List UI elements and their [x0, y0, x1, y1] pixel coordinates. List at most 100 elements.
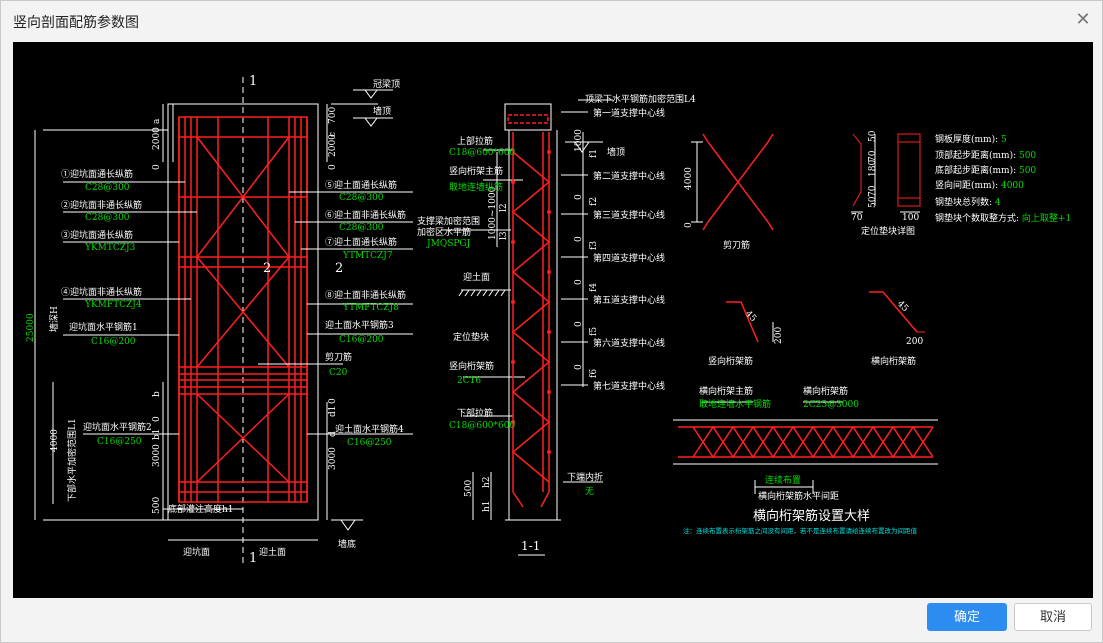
support-line-7: 第七道支撑中心线	[593, 380, 665, 392]
section2-right: 2	[263, 261, 271, 276]
spacer-title: 定位垫块详图	[861, 225, 915, 237]
support-line-3: 第三道支撑中心线	[593, 209, 665, 221]
spacer-dim-4: 70	[868, 185, 878, 197]
horiz-main-spec: 取地连墙水平钢筋	[699, 398, 771, 410]
cancel-button[interactable]: 取消	[1014, 603, 1092, 631]
support-line-1: 第一道支撑中心线	[593, 107, 665, 119]
zero-4: 0	[574, 321, 584, 327]
spacer-label: 定位垫块	[453, 331, 489, 343]
ok-button[interactable]: 确定	[927, 603, 1007, 631]
truss-main-label: 竖向桁架主筋	[449, 165, 503, 177]
horiz-bar-label: 横向桁架筋	[803, 385, 848, 397]
lower-tie-label: 下部拉筋	[457, 407, 493, 419]
section-mark-top: 1	[249, 74, 257, 89]
dim-zero-mid-left: 0	[152, 416, 162, 422]
f6-label: f6	[589, 369, 599, 378]
d1000-label: 1000	[574, 129, 584, 152]
dim-wall-depth: 墙深H	[48, 306, 60, 332]
l2-label: l2	[499, 203, 509, 212]
right-label-7: 迎土面水平钢筋4	[335, 423, 404, 435]
param-1-value: 5	[1001, 135, 1007, 145]
close-icon[interactable]: ✕	[1074, 11, 1092, 29]
rebar-drawing: 1 1 2 2 冠梁顶 墙顶 墙底 迎坑面 迎土面 底部灌注高度h1 25000…	[26, 74, 1071, 567]
right-spec-7: C16@250	[347, 438, 392, 448]
spacing-label: 横向桁架筋水平间距	[758, 490, 839, 502]
wall-top-mid: 墙顶	[607, 146, 625, 158]
param-1-label: 钢板厚度(mm):	[935, 133, 1001, 145]
left-spec-6: C16@250	[97, 437, 142, 447]
left-spec-2: C28@300	[85, 213, 130, 223]
d200-right: 200	[906, 337, 923, 347]
right-label-2: ⑥迎土面非通长纵筋	[325, 209, 406, 221]
param-4: 竖向间距(mm): 4000	[935, 179, 1024, 191]
wall-bottom-label: 墙底	[338, 538, 356, 550]
param-2: 顶部起步距离(mm): 500	[935, 149, 1036, 161]
param-2-value: 500	[1019, 151, 1036, 161]
zero-1: 0	[574, 194, 584, 200]
support-dense-label: 支撑梁加密范围	[417, 215, 480, 227]
dialog-title: 竖向剖面配筋参数图	[13, 15, 139, 31]
l3-label: l3	[499, 231, 509, 240]
vert-truss-detail-label: 竖向桁架筋	[708, 355, 753, 367]
dim-b-left: b	[152, 391, 162, 397]
param-1: 钢板厚度(mm): 5	[935, 133, 1007, 145]
param-5-label: 钢垫块总列数:	[935, 196, 995, 208]
zero-2: 0	[574, 236, 584, 242]
dim-total: 25000	[26, 313, 36, 342]
wall-top-label: 墙顶	[373, 105, 391, 117]
right-spec-3: YTMTCZJ7	[342, 251, 393, 261]
right-spec-1: C28@300	[339, 193, 384, 203]
parameter-dialog: 竖向剖面配筋参数图 ✕ 1 1 2 2 冠梁顶 墙顶 墙底 迎坑面 迎土面 底部…	[0, 0, 1103, 643]
f4-label: f4	[589, 283, 599, 292]
right-label-3: ⑦迎土面通长纵筋	[325, 236, 397, 248]
right-label-4: ⑧迎土面非通长纵筋	[325, 289, 406, 301]
dim-2000-left: 2000	[152, 127, 162, 150]
support-dense-label2: 加密区水平筋	[417, 226, 471, 238]
top-dense-label: 顶梁下水平钢筋加密范围L4	[585, 93, 696, 105]
dim-3000-left: 3000	[152, 444, 162, 467]
support-dense-spec: JMQSPGJ	[426, 239, 471, 249]
horiz-truss-detail-label: 横向桁架筋	[871, 355, 916, 367]
middle-section: 顶梁下水平钢筋加密范围L4 第一道支撑中心线 第二道支撑中心线 第三道支撑中心线…	[417, 93, 696, 556]
left-spec-3: YKMTCZJ3	[84, 243, 136, 253]
right-panel: 剪刀筋 4000 0 定位垫块详图 50 70 180 70 50 70 100…	[673, 130, 1071, 535]
bottom-pour-label: 底部灌注高度h1	[168, 503, 234, 515]
support-line-2: 第二道支撑中心线	[593, 170, 665, 182]
spacer-dim-7: 100	[902, 213, 919, 223]
dim-3000-right: 3000	[328, 447, 338, 470]
h2-label: h2	[482, 476, 492, 488]
d200-left: 200	[774, 327, 784, 344]
dim-zero-top-right: 0	[328, 164, 338, 170]
dim-d1: d1	[328, 406, 338, 418]
dim-lower-dense: 下部水平加密范围L1	[66, 418, 78, 502]
param-3-label: 底部起步距离(mm):	[935, 164, 1019, 176]
param-5-value: 4	[995, 198, 1001, 208]
spacer-dim-1: 50	[868, 130, 878, 142]
right-label-1: ⑤迎土面通长纵筋	[325, 179, 397, 191]
upper-tie-label: 上部拉筋	[457, 135, 493, 147]
left-label-1: ①迎坑面通长纵筋	[61, 168, 133, 180]
continuous-label: 连续布置	[765, 474, 801, 486]
dim-zero-mid-right: 0	[328, 398, 338, 404]
horiz-bar-spec: 2C25@3000	[803, 400, 859, 410]
d500-mid: 500	[464, 480, 474, 497]
param-4-label: 竖向间距(mm):	[935, 179, 1001, 191]
right-spec-4: YTMFTCZJ8	[342, 303, 399, 313]
right-label-6: 剪刀筋	[325, 351, 352, 363]
left-spec-5: C16@200	[91, 337, 136, 347]
dim-zero-top-left: 0	[152, 164, 162, 170]
right-label-5: 迎土面水平钢筋3	[325, 319, 394, 331]
param-5: 钢垫块总列数: 4	[935, 196, 1001, 208]
truss-main-spec: 取地连墙纵筋	[449, 181, 503, 193]
left-elevation: 1 1 2 2 冠梁顶 墙顶 墙底 迎坑面 迎土面 底部灌注高度h1 25000…	[26, 74, 413, 567]
left-label-6: 迎坑面水平钢筋2	[83, 421, 152, 433]
detail-title: 横向桁架筋设置大样	[753, 508, 870, 524]
drawing-canvas: 1 1 2 2 冠梁顶 墙顶 墙底 迎坑面 迎土面 底部灌注高度h1 25000…	[13, 42, 1093, 598]
left-label-2: ②迎坑面非通长纵筋	[61, 199, 142, 211]
pit-face-label: 迎坑面	[183, 546, 210, 558]
dim-a: a	[152, 118, 162, 124]
left-label-4: ④迎坑面非通长纵筋	[61, 286, 142, 298]
upper-tie-spec: C18@600*600	[449, 148, 515, 158]
spacer-dim-5: 50	[868, 196, 878, 208]
scissor-label: 剪刀筋	[723, 239, 750, 251]
